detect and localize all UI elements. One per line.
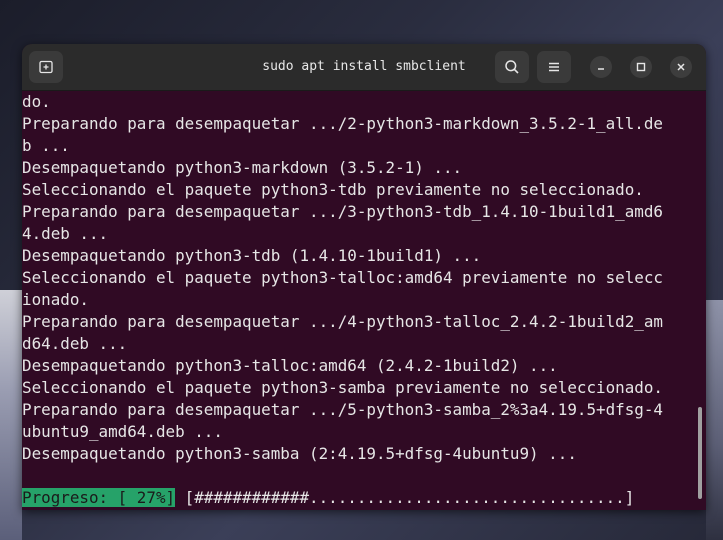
maximize-button[interactable] <box>630 56 652 78</box>
terminal-line: Desempaquetando python3-talloc:amd64 (2.… <box>22 356 558 375</box>
close-button[interactable] <box>670 56 692 78</box>
scrollbar[interactable] <box>698 407 702 499</box>
progress-line: Progreso: [ 27%] [############..........… <box>22 487 634 509</box>
progress-bar: [############...........................… <box>175 488 635 507</box>
terminal-line: do. <box>22 92 51 111</box>
terminal-line: b ... <box>22 136 70 155</box>
terminal-line: Preparando para desempaquetar .../2-pyth… <box>22 114 663 133</box>
minimize-icon <box>598 68 604 70</box>
terminal-line: Desempaquetando python3-samba (2:4.19.5+… <box>22 444 577 463</box>
progress-label: Progreso: [ 27%] <box>22 488 176 507</box>
minimize-button[interactable] <box>590 56 612 78</box>
desktop-wallpaper-right <box>706 300 723 540</box>
terminal-line: ubuntu9_amd64.deb ... <box>22 422 223 441</box>
close-icon <box>677 63 685 71</box>
new-tab-button[interactable] <box>29 51 63 83</box>
terminal-line: Preparando para desempaquetar .../3-pyth… <box>22 202 663 221</box>
titlebar: sudo apt install smbclient <box>22 44 706 91</box>
terminal-line: d64.deb ... <box>22 334 128 353</box>
terminal-line: Desempaquetando python3-markdown (3.5.2-… <box>22 158 463 177</box>
menu-button[interactable] <box>537 51 571 83</box>
search-icon <box>505 60 519 74</box>
terminal-line: Seleccionando el paquete python3-samba p… <box>22 378 663 397</box>
maximize-icon <box>636 62 646 72</box>
terminal-line: Preparando para desempaquetar .../5-pyth… <box>22 400 663 419</box>
terminal-line: Preparando para desempaquetar .../4-pyth… <box>22 312 663 331</box>
search-button[interactable] <box>495 51 529 83</box>
terminal-output[interactable]: do. Preparando para desempaquetar .../2-… <box>22 91 706 510</box>
terminal-line: Seleccionando el paquete python3-tdb pre… <box>22 180 644 199</box>
hamburger-menu-icon <box>549 62 559 72</box>
desktop-wallpaper-left <box>0 290 22 540</box>
new-tab-icon <box>39 60 53 74</box>
terminal-window: sudo apt install smbclient do. Preparand… <box>22 44 706 510</box>
window-title: sudo apt install smbclient <box>262 59 466 74</box>
terminal-line: Desempaquetando python3-tdb (1.4.10-1bui… <box>22 246 482 265</box>
terminal-line: 4.deb ... <box>22 224 109 243</box>
terminal-line: Seleccionando el paquete python3-talloc:… <box>22 268 663 287</box>
terminal-line: ionado. <box>22 290 89 309</box>
